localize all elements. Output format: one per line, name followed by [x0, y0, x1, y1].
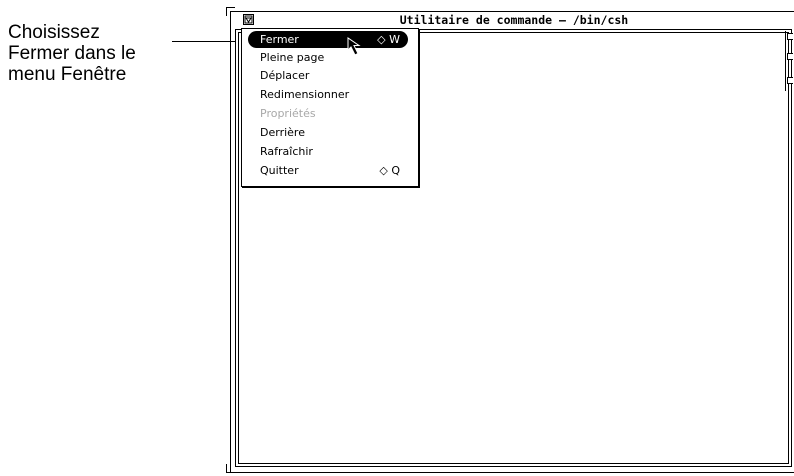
- menu-item-quitter[interactable]: Quitter ◇ Q: [248, 162, 408, 179]
- menu-item-deplacer[interactable]: Déplacer: [248, 67, 408, 84]
- scroll-down-arrow[interactable]: [787, 77, 793, 84]
- callout-line-1: Choisissez: [8, 22, 100, 43]
- menu-item-label: Fermer: [260, 33, 299, 46]
- callout-text: Choisissez Fermer dans le menu Fenêtre: [8, 22, 198, 85]
- menu-item-shortcut: ◇ W: [377, 33, 400, 46]
- menu-item-label: Pleine page: [260, 51, 325, 64]
- arrow-pointer-icon: [347, 37, 361, 56]
- menu-item-derriere[interactable]: Derrière: [248, 124, 408, 141]
- menu-item-label: Redimensionner: [260, 88, 350, 101]
- menu-item-pleine-page[interactable]: Pleine page: [248, 49, 408, 66]
- menu-item-label: Rafraîchir: [260, 145, 313, 158]
- menu-item-redimensionner[interactable]: Redimensionner: [248, 86, 408, 103]
- menu-item-label: Déplacer: [260, 69, 310, 82]
- menu-item-label: Derrière: [260, 126, 305, 139]
- menu-item-rafraichir[interactable]: Rafraîchir: [248, 143, 408, 160]
- window-menu: Fermer ◇ W Pleine page Déplacer Redimensionn…: [241, 28, 419, 187]
- callout-line-3: menu Fenêtre: [8, 64, 127, 85]
- menu-item-shortcut: ◇ Q: [379, 164, 400, 177]
- callout-line-2: Fermer dans le: [8, 43, 136, 64]
- window-titlebar[interactable]: Utilitaire de commande – /bin/csh: [231, 12, 794, 28]
- scroll-elevator[interactable]: [787, 53, 793, 60]
- scroll-up-arrow[interactable]: [787, 33, 793, 40]
- window-title: Utilitaire de commande – /bin/csh: [399, 13, 629, 27]
- menu-item-label: Quitter: [260, 164, 299, 177]
- menu-item-label: Propriétés: [260, 107, 316, 120]
- scrollbar[interactable]: [785, 31, 793, 91]
- menu-item-proprietes: Propriétés: [248, 105, 408, 122]
- menu-item-fermer[interactable]: Fermer ◇ W: [248, 31, 408, 48]
